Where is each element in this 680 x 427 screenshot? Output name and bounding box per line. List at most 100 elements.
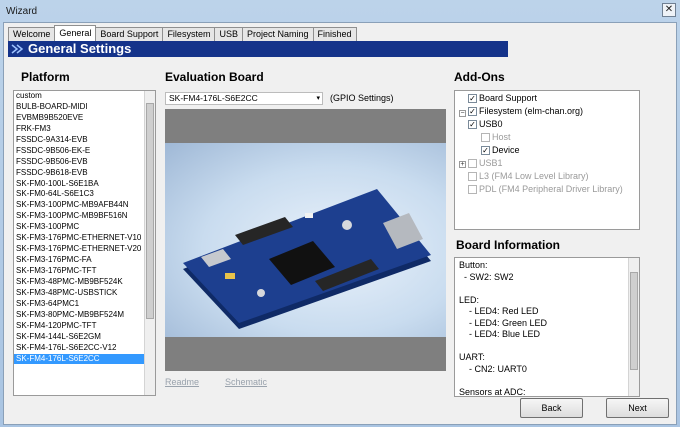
board-information-text: Button: - SW2: SW2 LED: - LED4: Red LED -… [459,260,629,397]
back-button[interactable]: Back [520,398,583,418]
tab-finished[interactable]: Finished [312,27,357,41]
addon-label: Device [492,145,520,155]
platform-heading: Platform [21,70,70,84]
platform-list-item[interactable]: FSSDC-9B506-EK-E [14,146,155,157]
page-banner: General Settings [8,41,508,57]
pcb-board-icon [183,189,431,329]
addon-usb1[interactable]: USB1 [468,158,503,168]
addon-usb0[interactable]: ✓ USB0 [468,119,503,129]
board-information-line: - LED4: Red LED [459,306,539,316]
platform-list-item[interactable]: SK-FM4-144L-S6E2GM [14,332,155,343]
platform-list-item[interactable]: SK-FM3-176PMC-ETHERNET-V10 [14,233,155,244]
checkbox-unchecked-icon[interactable] [468,184,477,194]
checkbox-unchecked-icon[interactable] [468,158,477,168]
schematic-link[interactable]: Schematic [225,377,267,387]
addon-label: Filesystem (elm-chan.org) [479,106,584,116]
addon-l3[interactable]: L3 (FM4 Low Level Library) [468,171,589,181]
platform-list-item[interactable]: SK-FM3-176PMC-FA [14,255,155,266]
addon-label: USB1 [479,158,503,168]
title-bar: Wizard ✕ [0,0,680,22]
checkbox-checked-icon[interactable]: ✓ [468,106,477,116]
board-information-line: Sensors at ADC: [459,386,526,397]
readme-link[interactable]: Readme [165,377,199,387]
gpio-settings-label[interactable]: (GPIO Settings) [330,93,394,103]
board-information-line [459,341,629,353]
tab-filesystem[interactable]: Filesystem [162,27,216,41]
board-information-line: - LED4: Green LED [459,317,548,328]
addon-usb0-host[interactable]: Host [481,132,511,142]
platform-list-item[interactable]: SK-FM3-80PMC-MB9BF524M [14,310,155,321]
board-information-line: - SW2: SW2 [459,271,514,282]
collapse-icon[interactable]: − [459,110,466,117]
scrollbar-thumb[interactable] [146,103,154,319]
platform-list-item[interactable]: FSSDC-9A314-EVB [14,135,155,146]
page-title: General Settings [28,41,132,56]
expand-icon[interactable]: + [459,161,466,168]
board-information-line [459,375,629,387]
platform-list-item[interactable]: SK-FM3-176PMC-ETHERNET-V20 [14,244,155,255]
window-title: Wizard [6,5,38,17]
next-button[interactable]: Next [606,398,669,418]
tab-project-naming[interactable]: Project Naming [241,27,314,41]
board-information-line: UART: [459,352,485,362]
checkbox-unchecked-icon[interactable] [468,171,477,181]
platform-list-item[interactable]: SK-FM0-64L-S6E1C3 [14,189,155,200]
board-information-line: Button: [459,260,488,270]
board-information-panel[interactable]: Button: - SW2: SW2 LED: - LED4: Red LED -… [454,257,640,397]
addon-filesystem[interactable]: ✓ Filesystem (elm-chan.org) [468,106,583,116]
tab-welcome[interactable]: Welcome [8,27,56,41]
evaluation-board-heading: Evaluation Board [165,70,264,84]
platform-list-item[interactable]: SK-FM3-100PMC [14,222,155,233]
platform-list-item[interactable]: SK-FM4-120PMC-TFT [14,321,155,332]
platform-list-item[interactable]: SK-FM3-48PMC-MB9BF524K [14,277,155,288]
chevron-down-icon[interactable]: ▾ [316,93,320,104]
scrollbar-thumb[interactable] [630,272,638,370]
addon-board-support[interactable]: ✓ Board Support [468,93,537,103]
wizard-window: Welcome General Board Support Filesystem… [3,22,677,425]
platform-items: custom BULB-BOARD-MIDI EVBMB9B520EVE FRK-FM… [14,91,155,365]
checkbox-checked-icon[interactable]: ✓ [468,93,477,103]
addon-label: Board Support [479,93,538,103]
platform-list-item[interactable]: SK-FM0-100L-S6E1BA [14,179,155,190]
platform-list-item[interactable]: SK-FM4-176L-S6E2CC [14,353,155,365]
addon-usb0-device[interactable]: ✓ Device [481,145,520,155]
checkbox-unchecked-icon[interactable] [481,132,490,142]
checkbox-checked-icon[interactable]: ✓ [481,145,490,155]
board-image-frame [165,109,446,371]
board-information-line: - LED4: Blue LED [459,329,541,339]
platform-list-item[interactable]: custom [14,91,155,102]
board-information-scrollbar[interactable] [628,258,639,396]
close-icon[interactable]: ✕ [662,3,676,17]
platform-list[interactable]: custom BULB-BOARD-MIDI EVBMB9B520EVE FRK-FM… [13,90,156,396]
evaluation-board-select[interactable]: SK-FM4-176L-S6E2CC ▾ [165,92,323,105]
board-information-line: LED: [459,294,480,305]
board-information-line [459,283,629,295]
addons-tree[interactable]: − + ✓ Board Support ✓ Filesystem (elm-ch… [454,90,640,230]
board-image [165,143,446,337]
evaluation-board-value: SK-FM4-176L-S6E2CC [169,93,258,103]
addon-label: USB0 [479,119,503,129]
platform-list-item[interactable]: FRK-FM3 [14,124,155,135]
platform-list-item[interactable]: SK-FM3-176PMC-TFT [14,266,155,277]
platform-list-item[interactable]: SK-FM4-176L-S6E2CC-V12 [14,343,155,354]
platform-list-item[interactable]: FSSDC-9B506-EVB [14,157,155,168]
platform-scrollbar[interactable] [144,91,155,395]
board-information-line: - CN2: UART0 [459,363,527,374]
platform-list-item[interactable]: FSSDC-9B618-EVB [14,168,155,179]
platform-list-item[interactable]: SK-FM3-100PMC-MB9AFB44N [14,200,155,211]
checkbox-checked-icon[interactable]: ✓ [468,119,477,129]
tab-general[interactable]: General [54,25,97,41]
board-information-heading: Board Information [456,238,560,252]
tab-bar: Welcome General Board Support Filesystem… [8,25,357,41]
platform-list-item[interactable]: SK-FM3-64PMC1 [14,299,155,310]
addon-label: Host [492,132,511,142]
platform-list-item[interactable]: SK-FM3-100PMC-MB9BF516N [14,211,155,222]
platform-list-item[interactable]: EVBMB9B520EVE [14,113,155,124]
tab-board-support[interactable]: Board Support [95,27,164,41]
wizard-logo-icon [11,44,24,54]
addon-label: L3 (FM4 Low Level Library) [479,171,589,181]
platform-list-item[interactable]: BULB-BOARD-MIDI [14,102,155,113]
platform-list-item[interactable]: SK-FM3-48PMC-USBSTICK [14,288,155,299]
addon-pdl[interactable]: PDL (FM4 Peripheral Driver Library) [468,184,623,194]
tab-usb[interactable]: USB [214,27,243,41]
